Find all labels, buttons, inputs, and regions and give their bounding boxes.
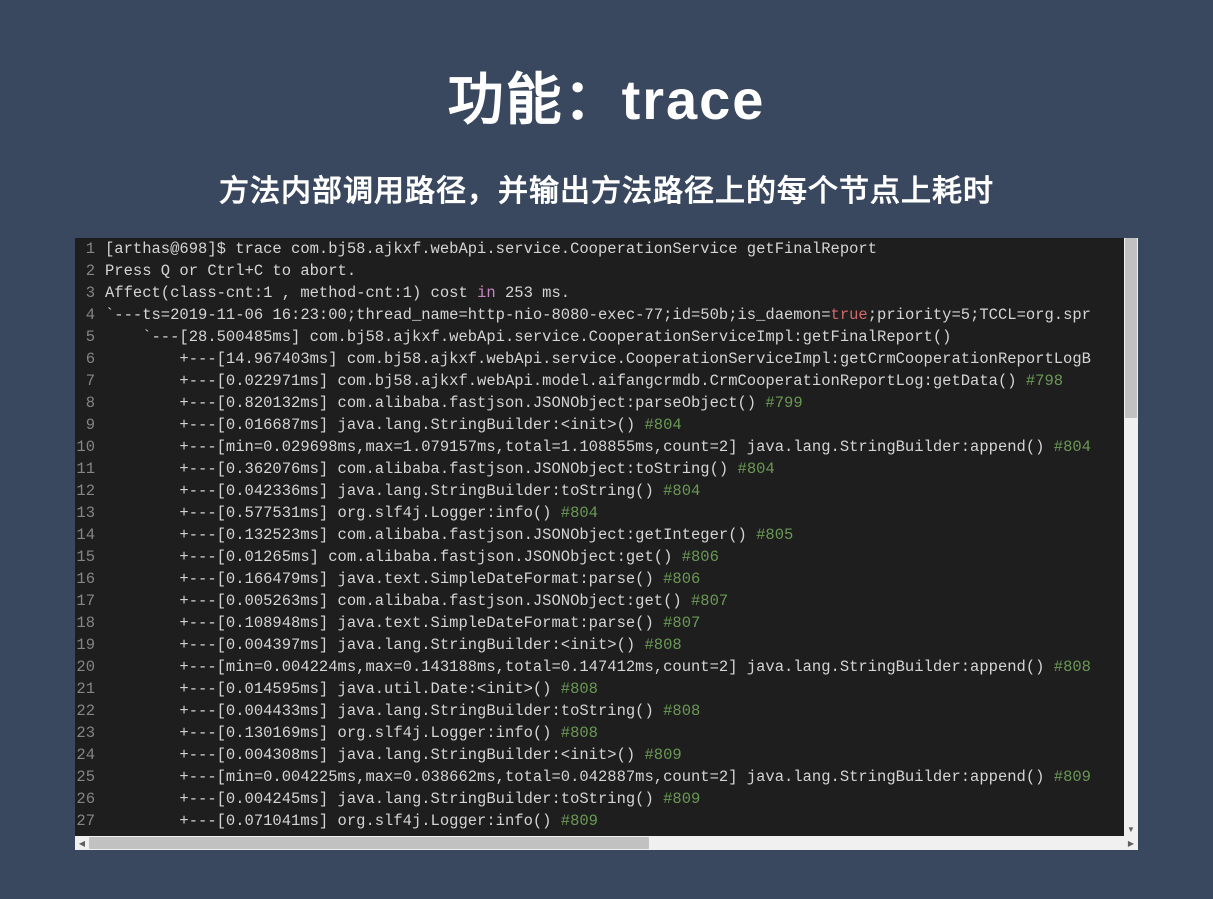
line-number: 11	[75, 458, 105, 480]
horizontal-scroll-thumb[interactable]	[89, 837, 649, 849]
line-content: `---ts=2019-11-06 16:23:00;thread_name=h…	[105, 304, 1124, 326]
line-number: 4	[75, 304, 105, 326]
code-line: 10 +---[min=0.029698ms,max=1.079157ms,to…	[75, 436, 1124, 458]
code-line: 24 +---[0.004308ms] java.lang.StringBuil…	[75, 744, 1124, 766]
line-content: +---[0.004397ms] java.lang.StringBuilder…	[105, 634, 1124, 656]
line-number: 8	[75, 392, 105, 414]
line-number: 26	[75, 788, 105, 810]
code-line: 12 +---[0.042336ms] java.lang.StringBuil…	[75, 480, 1124, 502]
line-content: +---[0.820132ms] com.alibaba.fastjson.JS…	[105, 392, 1124, 414]
line-content: Press Q or Ctrl+C to abort.	[105, 260, 1124, 282]
code-line: 20 +---[min=0.004224ms,max=0.143188ms,to…	[75, 656, 1124, 678]
line-content: +---[0.004433ms] java.lang.StringBuilder…	[105, 700, 1124, 722]
line-content: +---[0.071041ms] org.slf4j.Logger:info()…	[105, 810, 1124, 832]
line-number: 15	[75, 546, 105, 568]
code-line: 19 +---[0.004397ms] java.lang.StringBuil…	[75, 634, 1124, 656]
line-content: +---[14.967403ms] com.bj58.ajkxf.webApi.…	[105, 348, 1124, 370]
code-line: 13 +---[0.577531ms] org.slf4j.Logger:inf…	[75, 502, 1124, 524]
line-number: 24	[75, 744, 105, 766]
line-number: 14	[75, 524, 105, 546]
vertical-scroll-thumb[interactable]	[1125, 238, 1137, 418]
line-number: 25	[75, 766, 105, 788]
code-line: 7 +---[0.022971ms] com.bj58.ajkxf.webApi…	[75, 370, 1124, 392]
terminal: 1[arthas@698]$ trace com.bj58.ajkxf.webA…	[75, 238, 1124, 836]
code-line: 25 +---[min=0.004225ms,max=0.038662ms,to…	[75, 766, 1124, 788]
line-content: +---[0.004308ms] java.lang.StringBuilder…	[105, 744, 1124, 766]
line-content: +---[0.005263ms] com.alibaba.fastjson.JS…	[105, 590, 1124, 612]
slide: 功能：trace 方法内部调用路径，并输出方法路径上的每个节点上耗时 1[art…	[0, 0, 1213, 899]
line-content: +---[0.130169ms] org.slf4j.Logger:info()…	[105, 722, 1124, 744]
scroll-right-icon[interactable]: ▶	[1124, 836, 1138, 850]
line-number: 12	[75, 480, 105, 502]
code-line: 15 +---[0.01265ms] com.alibaba.fastjson.…	[75, 546, 1124, 568]
line-number: 3	[75, 282, 105, 304]
terminal-container: 1[arthas@698]$ trace com.bj58.ajkxf.webA…	[75, 238, 1138, 850]
line-content: +---[0.01265ms] com.alibaba.fastjson.JSO…	[105, 546, 1124, 568]
code-line: 14 +---[0.132523ms] com.alibaba.fastjson…	[75, 524, 1124, 546]
code-line: 26 +---[0.004245ms] java.lang.StringBuil…	[75, 788, 1124, 810]
scroll-left-icon[interactable]: ◀	[75, 836, 89, 850]
code-line: 16 +---[0.166479ms] java.text.SimpleDate…	[75, 568, 1124, 590]
code-line: 17 +---[0.005263ms] com.alibaba.fastjson…	[75, 590, 1124, 612]
vertical-scrollbar[interactable]: ▲ ▼	[1124, 238, 1138, 836]
slide-subtitle: 方法内部调用路径，并输出方法路径上的每个节点上耗时	[219, 166, 994, 210]
line-content: +---[0.042336ms] java.lang.StringBuilder…	[105, 480, 1124, 502]
line-number: 10	[75, 436, 105, 458]
line-content: +---[0.362076ms] com.alibaba.fastjson.JS…	[105, 458, 1124, 480]
code-line: 8 +---[0.820132ms] com.alibaba.fastjson.…	[75, 392, 1124, 414]
line-number: 6	[75, 348, 105, 370]
line-content: +---[0.108948ms] java.text.SimpleDateFor…	[105, 612, 1124, 634]
code-line: 6 +---[14.967403ms] com.bj58.ajkxf.webAp…	[75, 348, 1124, 370]
line-content: +---[0.022971ms] com.bj58.ajkxf.webApi.m…	[105, 370, 1124, 392]
line-content: +---[min=0.004224ms,max=0.143188ms,total…	[105, 656, 1124, 678]
line-number: 21	[75, 678, 105, 700]
scroll-down-icon[interactable]: ▼	[1124, 822, 1138, 836]
line-number: 17	[75, 590, 105, 612]
line-number: 5	[75, 326, 105, 348]
line-number: 19	[75, 634, 105, 656]
code-line: 1[arthas@698]$ trace com.bj58.ajkxf.webA…	[75, 238, 1124, 260]
code-line: 4`---ts=2019-11-06 16:23:00;thread_name=…	[75, 304, 1124, 326]
code-line: 18 +---[0.108948ms] java.text.SimpleDate…	[75, 612, 1124, 634]
line-number: 23	[75, 722, 105, 744]
code-line: 27 +---[0.071041ms] org.slf4j.Logger:inf…	[75, 810, 1124, 832]
line-content: +---[0.577531ms] org.slf4j.Logger:info()…	[105, 502, 1124, 524]
line-content: +---[min=0.004225ms,max=0.038662ms,total…	[105, 766, 1124, 788]
line-content: +---[min=0.029698ms,max=1.079157ms,total…	[105, 436, 1124, 458]
line-content: +---[0.132523ms] com.alibaba.fastjson.JS…	[105, 524, 1124, 546]
line-number: 1	[75, 238, 105, 260]
code-line: 3Affect(class-cnt:1 , method-cnt:1) cost…	[75, 282, 1124, 304]
line-number: 13	[75, 502, 105, 524]
line-content: [arthas@698]$ trace com.bj58.ajkxf.webAp…	[105, 238, 1124, 260]
line-number: 22	[75, 700, 105, 722]
code-line: 9 +---[0.016687ms] java.lang.StringBuild…	[75, 414, 1124, 436]
line-number: 20	[75, 656, 105, 678]
code-line: 22 +---[0.004433ms] java.lang.StringBuil…	[75, 700, 1124, 722]
line-number: 18	[75, 612, 105, 634]
line-content: +---[0.016687ms] java.lang.StringBuilder…	[105, 414, 1124, 436]
code-line: 5 `---[28.500485ms] com.bj58.ajkxf.webAp…	[75, 326, 1124, 348]
line-content: +---[0.166479ms] java.text.SimpleDateFor…	[105, 568, 1124, 590]
code-line: 2Press Q or Ctrl+C to abort.	[75, 260, 1124, 282]
line-number: 9	[75, 414, 105, 436]
horizontal-scrollbar[interactable]: ◀ ▶	[75, 836, 1138, 850]
line-number: 2	[75, 260, 105, 282]
line-number: 16	[75, 568, 105, 590]
code-line: 23 +---[0.130169ms] org.slf4j.Logger:inf…	[75, 722, 1124, 744]
slide-title: 功能：trace	[448, 55, 766, 136]
line-number: 27	[75, 810, 105, 832]
code-area: 1[arthas@698]$ trace com.bj58.ajkxf.webA…	[75, 238, 1124, 836]
line-number: 7	[75, 370, 105, 392]
code-line: 11 +---[0.362076ms] com.alibaba.fastjson…	[75, 458, 1124, 480]
line-content: `---[28.500485ms] com.bj58.ajkxf.webApi.…	[105, 326, 1124, 348]
line-content: +---[0.014595ms] java.util.Date:<init>()…	[105, 678, 1124, 700]
line-content: Affect(class-cnt:1 , method-cnt:1) cost …	[105, 282, 1124, 304]
line-content: +---[0.004245ms] java.lang.StringBuilder…	[105, 788, 1124, 810]
code-line: 21 +---[0.014595ms] java.util.Date:<init…	[75, 678, 1124, 700]
